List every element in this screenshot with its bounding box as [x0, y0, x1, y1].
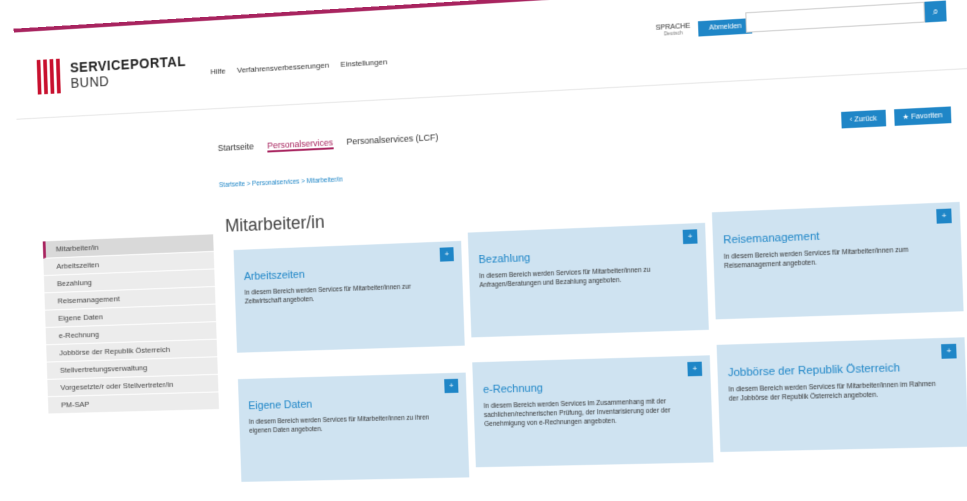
logout-button[interactable]: Abmelden [698, 18, 753, 37]
card-title: e-Rechnung [482, 382, 544, 397]
utility-bar: SPRACHE Deutsch Abmelden [655, 18, 753, 39]
sidebar-item-pm-sap[interactable]: PM-SAP [47, 392, 220, 415]
page-title: Mitarbeiter/in [224, 211, 325, 236]
card-description: In diesem Bereich werden Services im Zus… [483, 398, 671, 429]
service-card-jobboerse[interactable]: + Jobbörse der Republik Österreich In di… [716, 337, 967, 453]
plus-icon[interactable]: + [687, 361, 703, 377]
breadcrumb[interactable]: Startseite > Personalservices > Mitarbei… [219, 176, 343, 189]
search-button[interactable]: ⌕ [924, 0, 947, 23]
logo-text: SERVICEPORTAL BUND [70, 53, 187, 91]
plus-icon[interactable]: + [444, 378, 459, 394]
card-title: Bezahlung [478, 252, 531, 267]
nav-help[interactable]: Hilfe [210, 67, 225, 77]
card-description: In diesem Bereich werden Services für Mi… [479, 266, 651, 290]
page-actions: ‹ Zurück ★ Favoriten [841, 106, 952, 129]
service-card-arbeitszeiten[interactable]: + Arbeitszeiten In diesem Bereich werden… [233, 240, 465, 353]
language-value: Deutsch [663, 29, 683, 38]
card-title: Arbeitszeiten [243, 268, 305, 283]
card-description: In diesem Bereich werden Services für Mi… [244, 283, 411, 306]
top-navigation: Hilfe Verfahrensverbesserungen Einstellu… [210, 57, 387, 76]
main-tabs: Startseite Personalservices Personalserv… [218, 132, 439, 155]
logo[interactable]: SERVICEPORTAL BUND [36, 51, 187, 95]
card-description: In diesem Bereich werden Services für Mi… [728, 380, 936, 403]
service-card-e-rechnung[interactable]: + e-Rechnung In diesem Bereich werden Se… [472, 355, 714, 468]
tab-startseite[interactable]: Startseite [218, 141, 255, 155]
back-button[interactable]: ‹ Zurück [841, 109, 886, 129]
service-card-reisemanagement[interactable]: + Reisemanagement In diesem Bereich werd… [711, 201, 964, 320]
logo-mark-icon [36, 58, 64, 95]
language-selector[interactable]: SPRACHE Deutsch [656, 23, 691, 38]
plus-icon[interactable]: + [936, 208, 952, 224]
favorites-button[interactable]: ★ Favoriten [893, 106, 952, 126]
card-title: Jobbörse der Republik Österreich [727, 362, 901, 380]
plus-icon[interactable]: + [439, 247, 454, 262]
card-title: Reisemanagement [723, 230, 820, 247]
service-card-bezahlung[interactable]: + Bezahlung In diesem Bereich werden Ser… [467, 222, 709, 338]
card-description: In diesem Bereich werden Services für Mi… [248, 414, 430, 435]
plus-icon[interactable]: + [941, 343, 957, 359]
nav-settings[interactable]: Einstellungen [340, 57, 387, 69]
page: SERVICEPORTAL BUND Hilfe Verfahrensverbe… [13, 0, 967, 501]
nav-process-improvements[interactable]: Verfahrensverbesserungen [237, 61, 329, 75]
service-card-eigene-daten[interactable]: + Eigene Daten In diesem Bereich werden … [237, 372, 470, 482]
sidebar: Mitarbeiter/in Arbeitszeiten Bezahlung R… [42, 234, 220, 415]
search-input[interactable] [745, 1, 926, 33]
tab-personalservices[interactable]: Personalservices [267, 137, 334, 153]
header: SERVICEPORTAL BUND Hilfe Verfahrensverbe… [13, 0, 967, 120]
search-icon: ⌕ [932, 5, 939, 17]
search-bar: ⌕ [745, 0, 947, 33]
card-description: In diesem Bereich werden Services für Mi… [723, 246, 909, 271]
plus-icon[interactable]: + [682, 229, 698, 245]
screenshot-stage: SERVICEPORTAL BUND Hilfe Verfahrensverbe… [0, 0, 967, 501]
card-title: Eigene Daten [248, 398, 313, 413]
tab-personalservices-lcf[interactable]: Personalservices (LCF) [346, 132, 438, 148]
